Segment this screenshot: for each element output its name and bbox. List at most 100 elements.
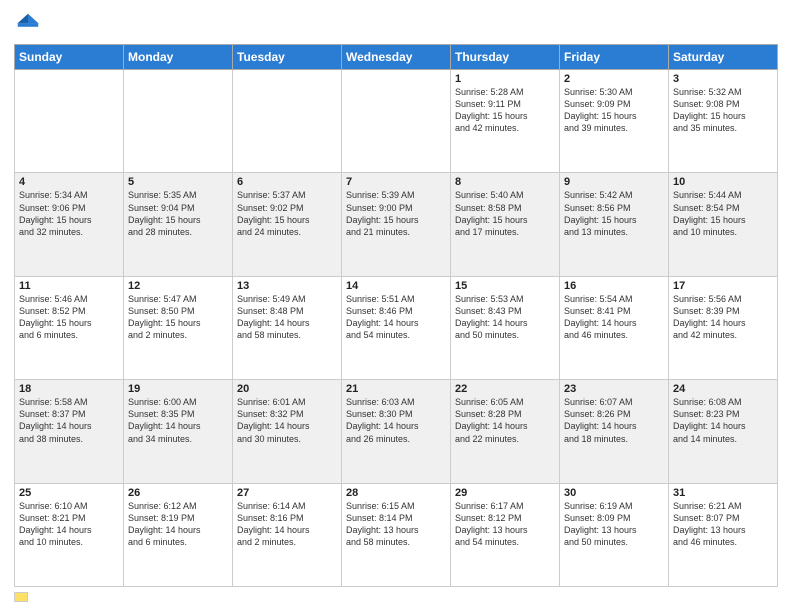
day-detail: Sunrise: 5:47 AM Sunset: 8:50 PM Dayligh… <box>128 293 228 342</box>
day-number: 20 <box>237 383 337 395</box>
calendar-cell: 23Sunrise: 6:07 AM Sunset: 8:26 PM Dayli… <box>560 380 669 483</box>
day-number: 30 <box>564 487 664 499</box>
calendar-day-header: Sunday <box>15 45 124 70</box>
page-container: SundayMondayTuesdayWednesdayThursdayFrid… <box>0 0 792 612</box>
calendar-cell: 17Sunrise: 5:56 AM Sunset: 8:39 PM Dayli… <box>669 276 778 379</box>
calendar-cell <box>15 70 124 173</box>
calendar-cell: 15Sunrise: 5:53 AM Sunset: 8:43 PM Dayli… <box>451 276 560 379</box>
calendar-day-header: Monday <box>124 45 233 70</box>
day-number: 17 <box>673 280 773 292</box>
day-detail: Sunrise: 6:10 AM Sunset: 8:21 PM Dayligh… <box>19 500 119 549</box>
calendar-week-row: 18Sunrise: 5:58 AM Sunset: 8:37 PM Dayli… <box>15 380 778 483</box>
day-number: 25 <box>19 487 119 499</box>
calendar-day-header: Tuesday <box>233 45 342 70</box>
calendar-cell: 18Sunrise: 5:58 AM Sunset: 8:37 PM Dayli… <box>15 380 124 483</box>
day-number: 29 <box>455 487 555 499</box>
day-detail: Sunrise: 5:37 AM Sunset: 9:02 PM Dayligh… <box>237 189 337 238</box>
calendar-cell: 11Sunrise: 5:46 AM Sunset: 8:52 PM Dayli… <box>15 276 124 379</box>
day-number: 24 <box>673 383 773 395</box>
day-detail: Sunrise: 6:03 AM Sunset: 8:30 PM Dayligh… <box>346 396 446 445</box>
calendar-cell: 10Sunrise: 5:44 AM Sunset: 8:54 PM Dayli… <box>669 173 778 276</box>
calendar-cell: 1Sunrise: 5:28 AM Sunset: 9:11 PM Daylig… <box>451 70 560 173</box>
day-number: 3 <box>673 73 773 85</box>
calendar-cell: 12Sunrise: 5:47 AM Sunset: 8:50 PM Dayli… <box>124 276 233 379</box>
day-detail: Sunrise: 5:51 AM Sunset: 8:46 PM Dayligh… <box>346 293 446 342</box>
calendar-cell: 22Sunrise: 6:05 AM Sunset: 8:28 PM Dayli… <box>451 380 560 483</box>
day-number: 26 <box>128 487 228 499</box>
day-detail: Sunrise: 5:44 AM Sunset: 8:54 PM Dayligh… <box>673 189 773 238</box>
day-detail: Sunrise: 5:56 AM Sunset: 8:39 PM Dayligh… <box>673 293 773 342</box>
day-number: 7 <box>346 176 446 188</box>
calendar-cell: 5Sunrise: 5:35 AM Sunset: 9:04 PM Daylig… <box>124 173 233 276</box>
day-detail: Sunrise: 6:15 AM Sunset: 8:14 PM Dayligh… <box>346 500 446 549</box>
calendar-day-header: Friday <box>560 45 669 70</box>
day-detail: Sunrise: 5:34 AM Sunset: 9:06 PM Dayligh… <box>19 189 119 238</box>
calendar-cell: 25Sunrise: 6:10 AM Sunset: 8:21 PM Dayli… <box>15 483 124 586</box>
day-number: 18 <box>19 383 119 395</box>
day-number: 27 <box>237 487 337 499</box>
calendar-cell: 19Sunrise: 6:00 AM Sunset: 8:35 PM Dayli… <box>124 380 233 483</box>
day-number: 1 <box>455 73 555 85</box>
day-detail: Sunrise: 5:30 AM Sunset: 9:09 PM Dayligh… <box>564 86 664 135</box>
calendar-cell: 20Sunrise: 6:01 AM Sunset: 8:32 PM Dayli… <box>233 380 342 483</box>
day-number: 16 <box>564 280 664 292</box>
calendar-cell: 6Sunrise: 5:37 AM Sunset: 9:02 PM Daylig… <box>233 173 342 276</box>
logo-icon <box>14 10 42 38</box>
day-number: 4 <box>19 176 119 188</box>
day-number: 8 <box>455 176 555 188</box>
day-number: 31 <box>673 487 773 499</box>
calendar-cell <box>342 70 451 173</box>
calendar-cell <box>124 70 233 173</box>
day-detail: Sunrise: 5:28 AM Sunset: 9:11 PM Dayligh… <box>455 86 555 135</box>
calendar-table: SundayMondayTuesdayWednesdayThursdayFrid… <box>14 44 778 587</box>
calendar-day-header: Wednesday <box>342 45 451 70</box>
calendar-cell: 28Sunrise: 6:15 AM Sunset: 8:14 PM Dayli… <box>342 483 451 586</box>
calendar-cell <box>233 70 342 173</box>
calendar-cell: 9Sunrise: 5:42 AM Sunset: 8:56 PM Daylig… <box>560 173 669 276</box>
day-detail: Sunrise: 5:46 AM Sunset: 8:52 PM Dayligh… <box>19 293 119 342</box>
calendar-week-row: 1Sunrise: 5:28 AM Sunset: 9:11 PM Daylig… <box>15 70 778 173</box>
calendar-cell: 2Sunrise: 5:30 AM Sunset: 9:09 PM Daylig… <box>560 70 669 173</box>
day-number: 6 <box>237 176 337 188</box>
day-detail: Sunrise: 6:21 AM Sunset: 8:07 PM Dayligh… <box>673 500 773 549</box>
calendar-week-row: 4Sunrise: 5:34 AM Sunset: 9:06 PM Daylig… <box>15 173 778 276</box>
day-detail: Sunrise: 5:42 AM Sunset: 8:56 PM Dayligh… <box>564 189 664 238</box>
day-number: 21 <box>346 383 446 395</box>
day-detail: Sunrise: 5:39 AM Sunset: 9:00 PM Dayligh… <box>346 189 446 238</box>
day-detail: Sunrise: 6:12 AM Sunset: 8:19 PM Dayligh… <box>128 500 228 549</box>
day-number: 5 <box>128 176 228 188</box>
calendar-cell: 26Sunrise: 6:12 AM Sunset: 8:19 PM Dayli… <box>124 483 233 586</box>
day-number: 22 <box>455 383 555 395</box>
legend <box>14 592 778 602</box>
day-number: 19 <box>128 383 228 395</box>
header <box>14 10 778 38</box>
calendar-cell: 27Sunrise: 6:14 AM Sunset: 8:16 PM Dayli… <box>233 483 342 586</box>
day-detail: Sunrise: 6:17 AM Sunset: 8:12 PM Dayligh… <box>455 500 555 549</box>
day-detail: Sunrise: 6:14 AM Sunset: 8:16 PM Dayligh… <box>237 500 337 549</box>
day-number: 23 <box>564 383 664 395</box>
calendar-cell: 4Sunrise: 5:34 AM Sunset: 9:06 PM Daylig… <box>15 173 124 276</box>
calendar-cell: 24Sunrise: 6:08 AM Sunset: 8:23 PM Dayli… <box>669 380 778 483</box>
day-detail: Sunrise: 6:05 AM Sunset: 8:28 PM Dayligh… <box>455 396 555 445</box>
calendar-week-row: 25Sunrise: 6:10 AM Sunset: 8:21 PM Dayli… <box>15 483 778 586</box>
day-number: 10 <box>673 176 773 188</box>
calendar-cell: 7Sunrise: 5:39 AM Sunset: 9:00 PM Daylig… <box>342 173 451 276</box>
day-detail: Sunrise: 6:01 AM Sunset: 8:32 PM Dayligh… <box>237 396 337 445</box>
calendar-cell: 31Sunrise: 6:21 AM Sunset: 8:07 PM Dayli… <box>669 483 778 586</box>
day-detail: Sunrise: 6:00 AM Sunset: 8:35 PM Dayligh… <box>128 396 228 445</box>
day-detail: Sunrise: 6:07 AM Sunset: 8:26 PM Dayligh… <box>564 396 664 445</box>
legend-color-box <box>14 592 28 602</box>
calendar-week-row: 11Sunrise: 5:46 AM Sunset: 8:52 PM Dayli… <box>15 276 778 379</box>
calendar-cell: 13Sunrise: 5:49 AM Sunset: 8:48 PM Dayli… <box>233 276 342 379</box>
calendar-cell: 16Sunrise: 5:54 AM Sunset: 8:41 PM Dayli… <box>560 276 669 379</box>
day-number: 12 <box>128 280 228 292</box>
logo <box>14 10 44 38</box>
day-number: 15 <box>455 280 555 292</box>
day-number: 14 <box>346 280 446 292</box>
day-number: 9 <box>564 176 664 188</box>
day-detail: Sunrise: 5:40 AM Sunset: 8:58 PM Dayligh… <box>455 189 555 238</box>
calendar-header-row: SundayMondayTuesdayWednesdayThursdayFrid… <box>15 45 778 70</box>
calendar-cell: 29Sunrise: 6:17 AM Sunset: 8:12 PM Dayli… <box>451 483 560 586</box>
day-number: 2 <box>564 73 664 85</box>
calendar-cell: 3Sunrise: 5:32 AM Sunset: 9:08 PM Daylig… <box>669 70 778 173</box>
